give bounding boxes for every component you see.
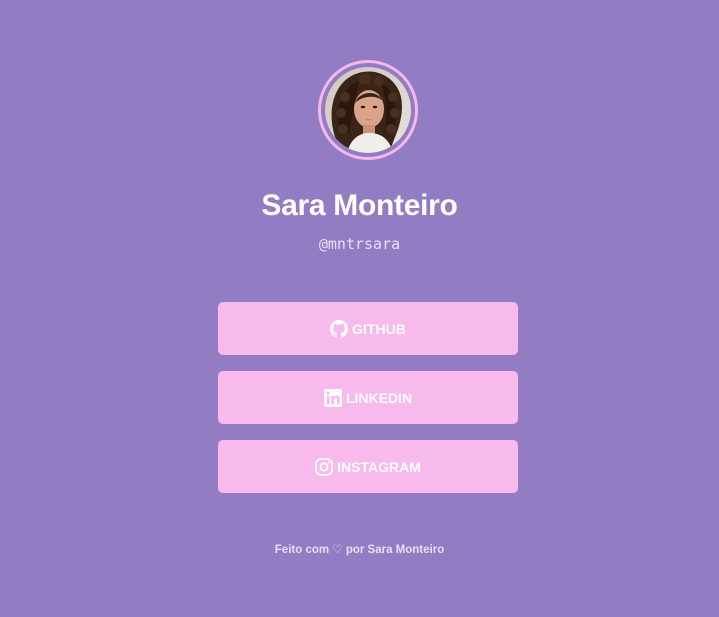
github-icon (330, 319, 349, 338)
avatar (325, 67, 411, 153)
avatar-ring (318, 60, 418, 160)
avatar-photo (325, 67, 411, 153)
linkedin-button[interactable]: LINKEDIN (218, 371, 518, 424)
linkedin-label: LINKEDIN (345, 389, 413, 406)
heart-icon: ♡ (332, 544, 343, 556)
instagram-button[interactable]: INSTAGRAM (218, 440, 518, 493)
footer-suffix: por Sara Monteiro (345, 544, 445, 556)
profile-name: Sara Monteiro (261, 189, 458, 222)
instagram-label: INSTAGRAM (337, 458, 421, 475)
footer: Feito com ♡ por Sara Monteiro (0, 542, 719, 558)
linkedin-icon (323, 388, 342, 407)
github-button[interactable]: GITHUB (218, 302, 518, 355)
github-label: GITHUB (352, 320, 406, 337)
instagram-icon (315, 457, 333, 476)
profile-handle: @mntrsara (318, 235, 401, 253)
footer-prefix: Feito com (274, 544, 330, 556)
